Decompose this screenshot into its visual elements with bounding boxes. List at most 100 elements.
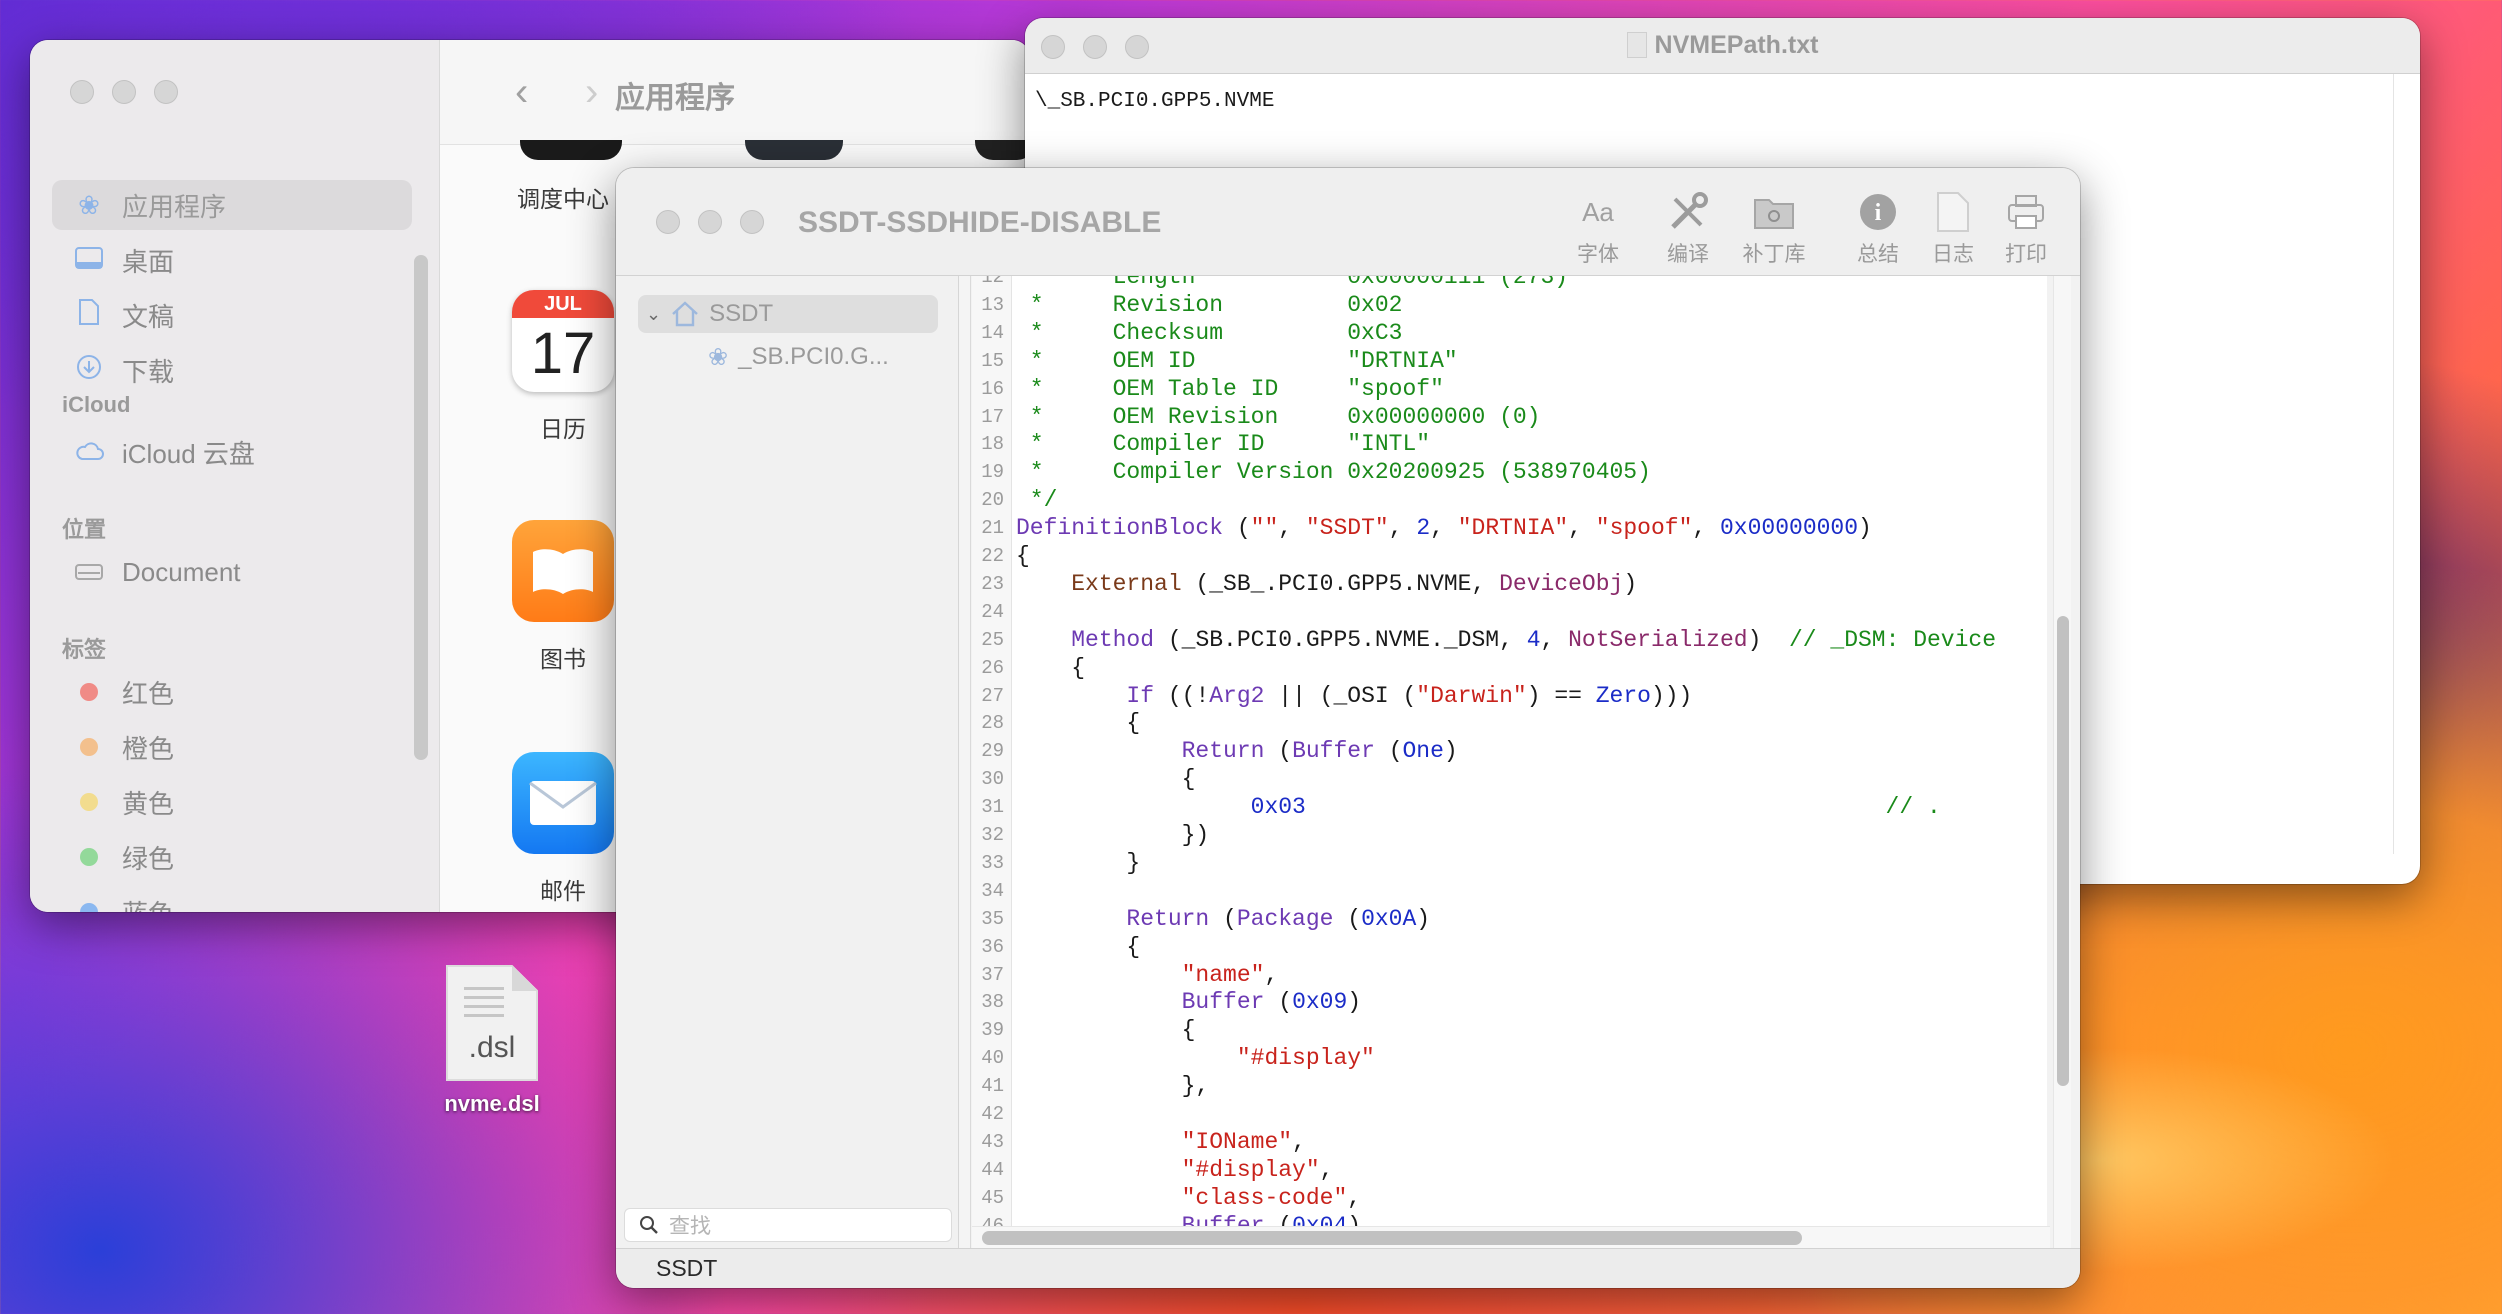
textedit-title: NVMEPath.txt — [1025, 31, 2420, 60]
code-text: { — [1016, 1016, 1196, 1044]
app-icon-partial[interactable] — [975, 140, 1030, 160]
code-text: "IOName", — [1016, 1128, 1306, 1156]
forward-arrow-icon[interactable]: › — [585, 70, 598, 115]
sidebar-item-document-volume[interactable]: Document — [52, 547, 412, 597]
sidebar-tag-orange[interactable]: 橙色 — [52, 722, 412, 772]
print-button[interactable]: 打印 — [1986, 190, 2066, 268]
zoom-button[interactable] — [740, 210, 764, 234]
code-token: ( — [1223, 515, 1251, 542]
ssdt-toolbar: SSDT-SSDHIDE-DISABLE Aa 字体 编译 补丁库 i 总结 日… — [616, 168, 2080, 276]
line-number: 16 — [981, 377, 1004, 400]
sidebar-item-label: Document — [122, 556, 241, 587]
line-number: 41 — [981, 1075, 1004, 1098]
patch-library-button[interactable]: 补丁库 — [1734, 190, 1814, 268]
blue-tag-icon — [80, 903, 98, 912]
sidebar-item-documents[interactable]: 文稿 — [52, 290, 412, 340]
app-icon-partial[interactable] — [745, 140, 843, 160]
finder-title: 应用程序 — [615, 82, 735, 115]
sidebar-item-applications[interactable]: ❀ 应用程序 — [52, 180, 412, 230]
code-token: { — [1016, 710, 1141, 737]
line-number: 43 — [981, 1130, 1004, 1153]
sidebar-scrollbar[interactable] — [414, 255, 428, 760]
close-button[interactable] — [656, 210, 680, 234]
code-token: }, — [1016, 1073, 1210, 1100]
outline-item-ssdt[interactable]: ⌄ SSDT — [638, 295, 938, 333]
scroll-thumb[interactable] — [982, 1231, 1802, 1245]
sidebar-item-downloads[interactable]: 下载 — [52, 345, 412, 395]
scroll-thumb[interactable] — [2057, 616, 2069, 1086]
textedit-titlebar[interactable]: NVMEPath.txt — [1025, 18, 2420, 74]
font-button[interactable]: Aa 字体 — [1558, 190, 1638, 268]
code-text: "#display", — [1016, 1156, 1334, 1184]
minimize-button[interactable] — [698, 210, 722, 234]
app-icon-partial[interactable] — [520, 140, 622, 160]
code-token: ((! — [1154, 682, 1210, 709]
sidebar-tag-red[interactable]: 红色 — [52, 667, 412, 717]
line-number: 21 — [981, 517, 1004, 540]
code-token: 0x03 — [1016, 794, 1306, 821]
code-editor[interactable]: 12 * Length 0x00000111 (273) 13 * Revisio… — [972, 276, 2047, 1248]
sidebar-item-label: 绿色 — [122, 843, 175, 874]
split-view-divider[interactable] — [959, 276, 971, 1248]
sidebar-tag-blue[interactable]: 蓝色 — [52, 887, 412, 912]
textedit-content[interactable]: \_SB.PCI0.GPP5.NVME — [1035, 90, 1274, 113]
outline-label: _SB.PCI0.G... — [738, 343, 889, 370]
summary-button[interactable]: i 总结 — [1838, 190, 1918, 268]
code-vertical-scrollbar[interactable] — [2053, 276, 2071, 1248]
log-icon — [1913, 190, 1993, 234]
code-token: One — [1402, 738, 1444, 765]
search-placeholder: 查找 — [669, 1215, 711, 1238]
sidebar-tag-green[interactable]: 绿色 — [52, 832, 412, 882]
back-arrow-icon[interactable]: ‹ — [515, 70, 528, 115]
code-token: Return — [1016, 738, 1265, 765]
code-token: , — [1278, 515, 1306, 542]
code-token: ) — [1858, 515, 1872, 542]
red-tag-icon — [80, 683, 98, 701]
code-token: { — [1016, 766, 1196, 793]
ssdt-window-controls[interactable] — [656, 210, 764, 234]
outline-search-field[interactable]: 查找 — [624, 1208, 952, 1242]
line-number: 33 — [981, 851, 1004, 874]
ssdt-editor-window[interactable]: SSDT-SSDHIDE-DISABLE Aa 字体 编译 补丁库 i 总结 日… — [616, 168, 2080, 1288]
code-text: * Compiler ID "INTL" — [1016, 430, 1430, 458]
line-number: 32 — [981, 824, 1004, 846]
calendar-month: JUL — [512, 290, 614, 318]
code-token: "#display" — [1016, 1045, 1375, 1072]
code-text: * Compiler Version 0x20200925 (538970405… — [1016, 458, 1651, 486]
compile-button[interactable]: 编译 — [1648, 190, 1728, 268]
code-token: Arg2 — [1209, 682, 1265, 709]
code-token: , — [1388, 515, 1417, 542]
toolbar-label: 打印 — [2005, 243, 2047, 266]
log-button[interactable]: 日志 — [1913, 190, 1993, 268]
code-token: (_SB_.PCI0.GPP5.NVME, — [1181, 570, 1500, 597]
calendar-day: 17 — [530, 321, 596, 386]
code-token: "IOName" — [1016, 1128, 1293, 1155]
code-text: "name", — [1016, 961, 1279, 989]
line-number: 23 — [981, 572, 1004, 595]
mail-icon — [512, 752, 614, 854]
finder-toolbar: ‹ › — [440, 40, 1030, 145]
disclosure-triangle-icon[interactable]: ⌄ — [646, 304, 661, 325]
code-token: Zero — [1595, 682, 1651, 709]
outline-item-scope[interactable]: ❀ _SB.PCI0.G... — [708, 338, 889, 376]
sidebar-item-icloud-drive[interactable]: iCloud 云盘 — [52, 427, 412, 477]
scope-icon: ❀ — [708, 343, 729, 371]
minimize-button[interactable] — [112, 80, 136, 104]
sidebar-item-desktop[interactable]: 桌面 — [52, 235, 412, 285]
sidebar-tag-yellow[interactable]: 黄色 — [52, 777, 412, 827]
line-number: 25 — [981, 628, 1004, 651]
code-token: "name" — [1016, 961, 1265, 988]
code-horizontal-scrollbar[interactable] — [972, 1226, 2050, 1248]
finder-window-controls[interactable] — [70, 80, 178, 104]
close-button[interactable] — [70, 80, 94, 104]
code-token: ( — [1264, 989, 1293, 1016]
code-token: ) — [1416, 905, 1431, 932]
zoom-button[interactable] — [154, 80, 178, 104]
code-token: * Checksum 0xC3 — [1016, 319, 1403, 346]
code-token: (_SB.PCI0.GPP5.NVME._DSM, — [1154, 626, 1527, 653]
code-text: { — [1016, 709, 1140, 737]
desktop-file-nvme[interactable]: .dsl nvme.dsl — [432, 965, 552, 1117]
toolbar-label: 字体 — [1577, 243, 1619, 266]
code-token: "SSDT" — [1305, 515, 1389, 542]
code-text: * Checksum 0xC3 — [1016, 319, 1403, 347]
